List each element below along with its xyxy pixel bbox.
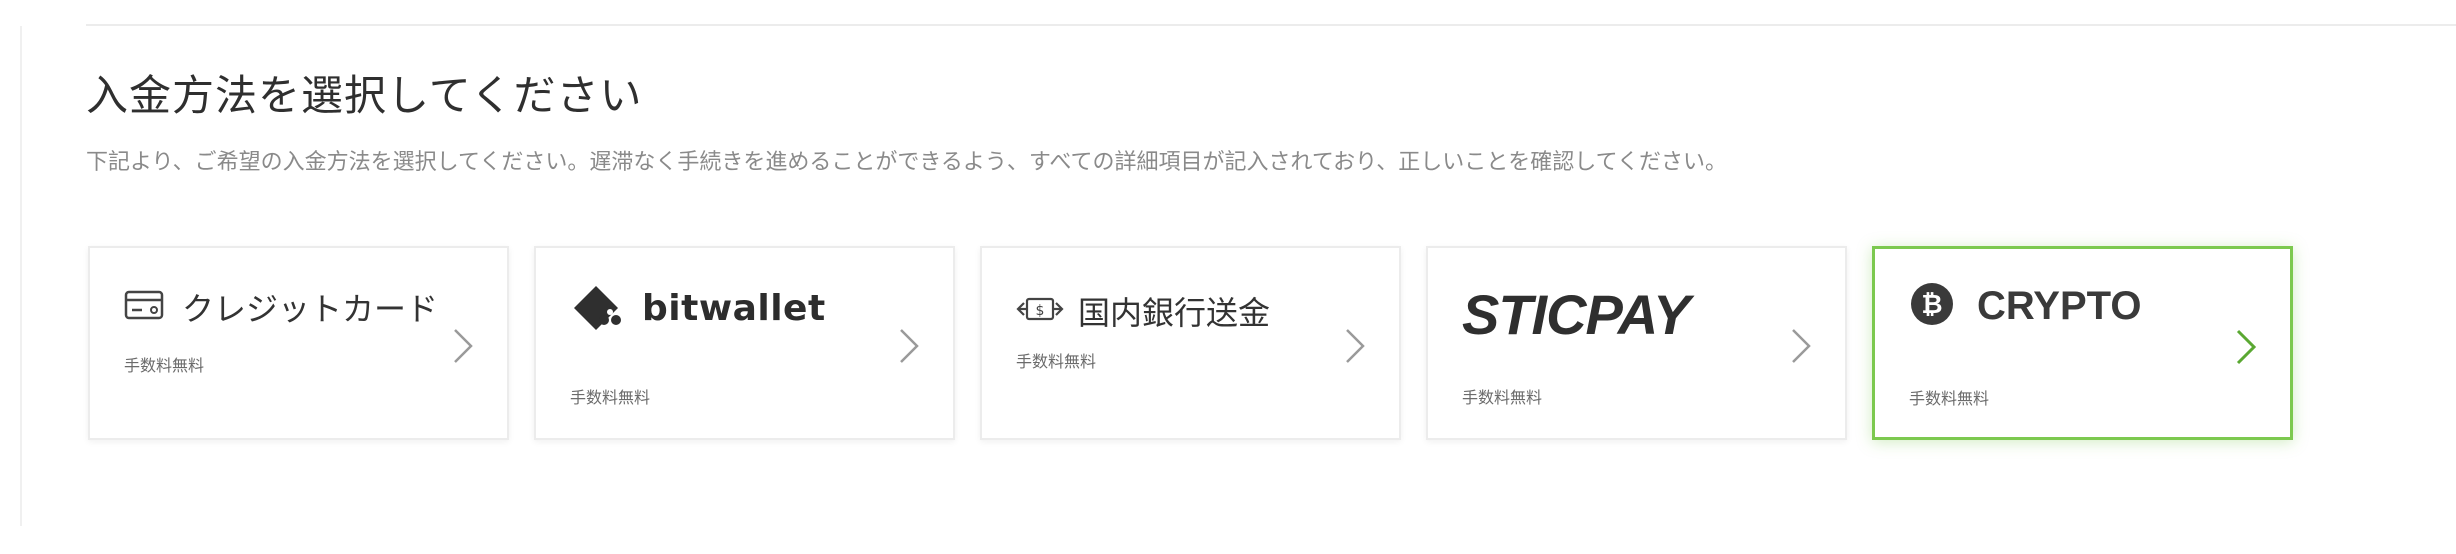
chevron-right-icon	[1337, 324, 1373, 368]
bitcoin-icon: ₿	[1909, 281, 1955, 331]
svg-text:$: $	[1036, 303, 1045, 319]
credit-card-logo-row: クレジットカード	[124, 284, 438, 330]
chevron-right-icon	[2228, 325, 2264, 369]
page-subtitle: 下記より、ご希望の入金方法を選択してください。遅滞なく手続きを進めることができる…	[86, 150, 1727, 175]
payment-method-bitwallet[interactable]: bitwallet 手数料無料	[534, 246, 955, 440]
chevron-right-icon	[891, 324, 927, 368]
bank-transfer-icon: $	[1016, 294, 1064, 328]
crypto-label: CRYPTO	[1977, 283, 2142, 328]
chevron-right-icon	[1783, 324, 1819, 368]
bitwallet-logo-row: bitwallet	[570, 282, 826, 334]
payment-method-crypto[interactable]: ₿ CRYPTO 手数料無料	[1872, 246, 2293, 440]
page-title: 入金方法を選択してください	[86, 71, 643, 120]
crypto-logo-row: ₿ CRYPTO	[1909, 281, 2141, 331]
sticpay-logo-row: STICPAY	[1462, 282, 1690, 347]
credit-card-fee: 手数料無料	[124, 356, 205, 375]
payment-method-credit-card[interactable]: クレジットカード 手数料無料	[88, 246, 509, 440]
bank-transfer-logo-row: $ 国内銀行送金	[1016, 288, 1270, 334]
payment-method-sticpay[interactable]: STICPAY 手数料無料	[1426, 246, 1847, 440]
bitwallet-fee: 手数料無料	[570, 388, 651, 407]
bitwallet-logo-icon	[570, 282, 628, 334]
bank-transfer-fee: 手数料無料	[1016, 352, 1097, 371]
svg-text:₿: ₿	[1921, 290, 1942, 320]
credit-card-label: クレジットカード	[182, 290, 439, 328]
left-rule	[20, 26, 22, 526]
chevron-right-icon	[445, 324, 481, 368]
bank-transfer-label: 国内銀行送金	[1078, 294, 1271, 332]
sticpay-logo: STICPAY	[1462, 283, 1690, 346]
credit-card-icon	[124, 289, 164, 325]
top-divider	[86, 24, 2456, 26]
crypto-fee: 手数料無料	[1909, 389, 1990, 408]
sticpay-fee: 手数料無料	[1462, 388, 1543, 407]
payment-method-bank-transfer[interactable]: $ 国内銀行送金 手数料無料	[980, 246, 1401, 440]
bitwallet-label: bitwallet	[642, 287, 826, 329]
